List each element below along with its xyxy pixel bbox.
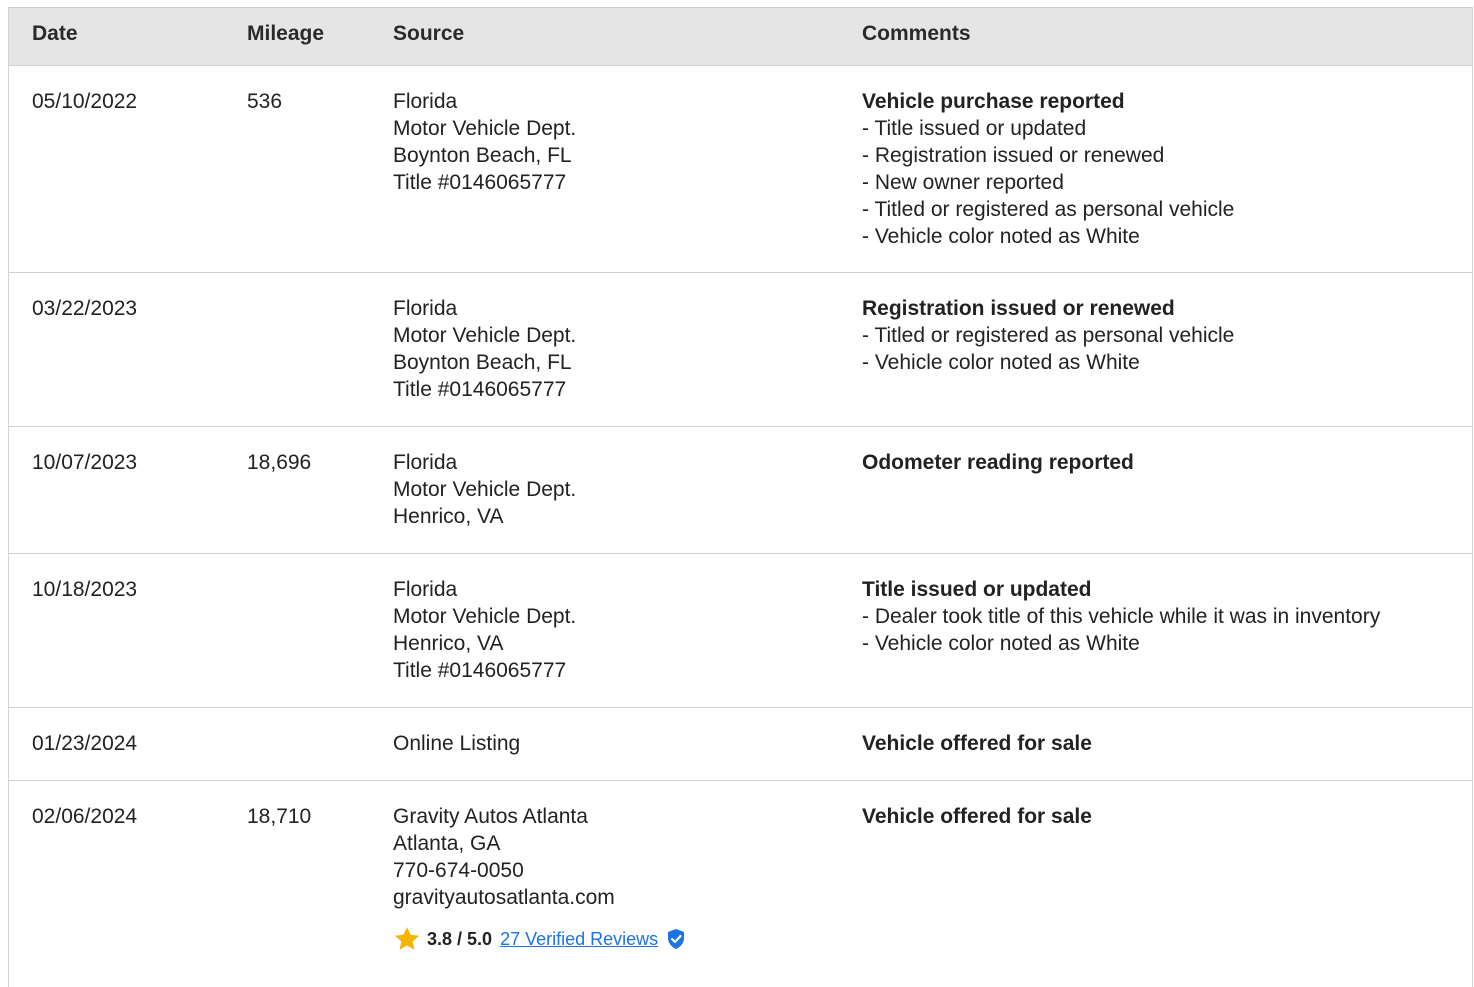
row-date: 03/22/2023 xyxy=(32,297,138,320)
table-row: 10/18/2023 Florida Motor Vehicle Dept. H… xyxy=(9,554,1472,708)
row-comments: Vehicle offered for sale xyxy=(862,803,1462,830)
row-source: Florida Motor Vehicle Dept. Boynton Beac… xyxy=(393,295,833,403)
source-line: Motor Vehicle Dept. xyxy=(393,117,577,140)
row-source: Florida Motor Vehicle Dept. Henrico, VA … xyxy=(393,576,833,684)
table-row: 03/22/2023 Florida Motor Vehicle Dept. B… xyxy=(9,273,1472,427)
comment-item: Registration issued or renewed xyxy=(862,142,1462,169)
comment-title: Vehicle purchase reported xyxy=(862,90,1125,113)
table-header: Date Mileage Source Comments xyxy=(9,8,1472,66)
row-comments: Registration issued or renewed Titled or… xyxy=(862,295,1462,376)
row-comments: Odometer reading reported xyxy=(862,449,1462,476)
dealer-phone: 770-674-0050 xyxy=(393,859,524,882)
source-line: Florida xyxy=(393,297,458,320)
source-line: Florida xyxy=(393,578,458,601)
dealer-location: Atlanta, GA xyxy=(393,832,501,855)
comment-item: New owner reported xyxy=(862,169,1462,196)
verified-reviews-link[interactable]: 27 Verified Reviews xyxy=(500,928,658,950)
table-row: 02/06/2024 18,710 Gravity Autos Atlanta … xyxy=(9,781,1472,981)
star-icon xyxy=(395,927,419,950)
source-line: Online Listing xyxy=(393,732,521,755)
source-line: Motor Vehicle Dept. xyxy=(393,605,577,628)
row-date: 05/10/2022 xyxy=(32,90,138,113)
row-mileage: 18,696 xyxy=(247,451,312,474)
source-line: Florida xyxy=(393,90,458,113)
verified-shield-icon xyxy=(668,929,685,949)
comment-item: Vehicle color noted as White xyxy=(862,349,1462,376)
row-date: 01/23/2024 xyxy=(32,732,138,755)
comment-item: Vehicle color noted as White xyxy=(862,223,1462,250)
row-comments: Vehicle purchase reported Title issued o… xyxy=(862,88,1462,250)
row-source: Florida Motor Vehicle Dept. Boynton Beac… xyxy=(393,88,833,196)
row-date: 02/06/2024 xyxy=(32,805,138,828)
dealer-name: Gravity Autos Atlanta xyxy=(393,805,588,828)
row-comments: Title issued or updated Dealer took titl… xyxy=(862,576,1462,657)
source-line: Title #0146065777 xyxy=(393,378,567,401)
row-source: Florida Motor Vehicle Dept. Henrico, VA xyxy=(393,449,833,530)
header-source: Source xyxy=(393,22,465,45)
comment-title: Title issued or updated xyxy=(862,578,1092,601)
table-row: 05/10/2022 536 Florida Motor Vehicle Dep… xyxy=(9,66,1472,273)
comment-title: Registration issued or renewed xyxy=(862,297,1175,320)
row-date: 10/07/2023 xyxy=(32,451,138,474)
comment-item: Titled or registered as personal vehicle xyxy=(862,322,1462,349)
rating-score: 3.8 / 5.0 xyxy=(427,929,493,949)
comment-title: Vehicle offered for sale xyxy=(862,732,1092,755)
header-mileage: Mileage xyxy=(247,22,325,45)
row-mileage: 18,710 xyxy=(247,805,312,828)
dealer-website: gravityautosatlanta.com xyxy=(393,886,615,909)
row-date: 10/18/2023 xyxy=(32,578,138,601)
source-line: Boynton Beach, FL xyxy=(393,351,572,374)
comment-title: Odometer reading reported xyxy=(862,451,1134,474)
vehicle-history-table: Date Mileage Source Comments 05/10/2022 … xyxy=(8,7,1473,987)
row-source: Gravity Autos Atlanta Atlanta, GA 770-67… xyxy=(393,803,833,953)
comment-item: Dealer took title of this vehicle while … xyxy=(862,603,1462,630)
source-line: Title #0146065777 xyxy=(393,171,567,194)
table-row: 10/07/2023 18,696 Florida Motor Vehicle … xyxy=(9,427,1472,554)
header-comments: Comments xyxy=(862,22,971,45)
row-source: Online Listing xyxy=(393,730,833,757)
comment-item: Titled or registered as personal vehicle xyxy=(862,196,1462,223)
source-line: Title #0146065777 xyxy=(393,659,567,682)
comment-item: Title issued or updated xyxy=(862,115,1462,142)
source-line: Motor Vehicle Dept. xyxy=(393,324,577,347)
comment-item: Vehicle color noted as White xyxy=(862,630,1462,657)
table-row: 01/23/2024 Online Listing Vehicle offere… xyxy=(9,708,1472,781)
source-line: Henrico, VA xyxy=(393,632,504,655)
dealer-rating: 3.8 / 5.0 27 Verified Reviews xyxy=(393,925,833,953)
row-mileage: 536 xyxy=(247,90,283,113)
source-line: Boynton Beach, FL xyxy=(393,144,572,167)
source-line: Henrico, VA xyxy=(393,505,504,528)
source-line: Florida xyxy=(393,451,458,474)
row-comments: Vehicle offered for sale xyxy=(862,730,1462,757)
header-date: Date xyxy=(32,22,78,45)
comment-title: Vehicle offered for sale xyxy=(862,805,1092,828)
source-line: Motor Vehicle Dept. xyxy=(393,478,577,501)
